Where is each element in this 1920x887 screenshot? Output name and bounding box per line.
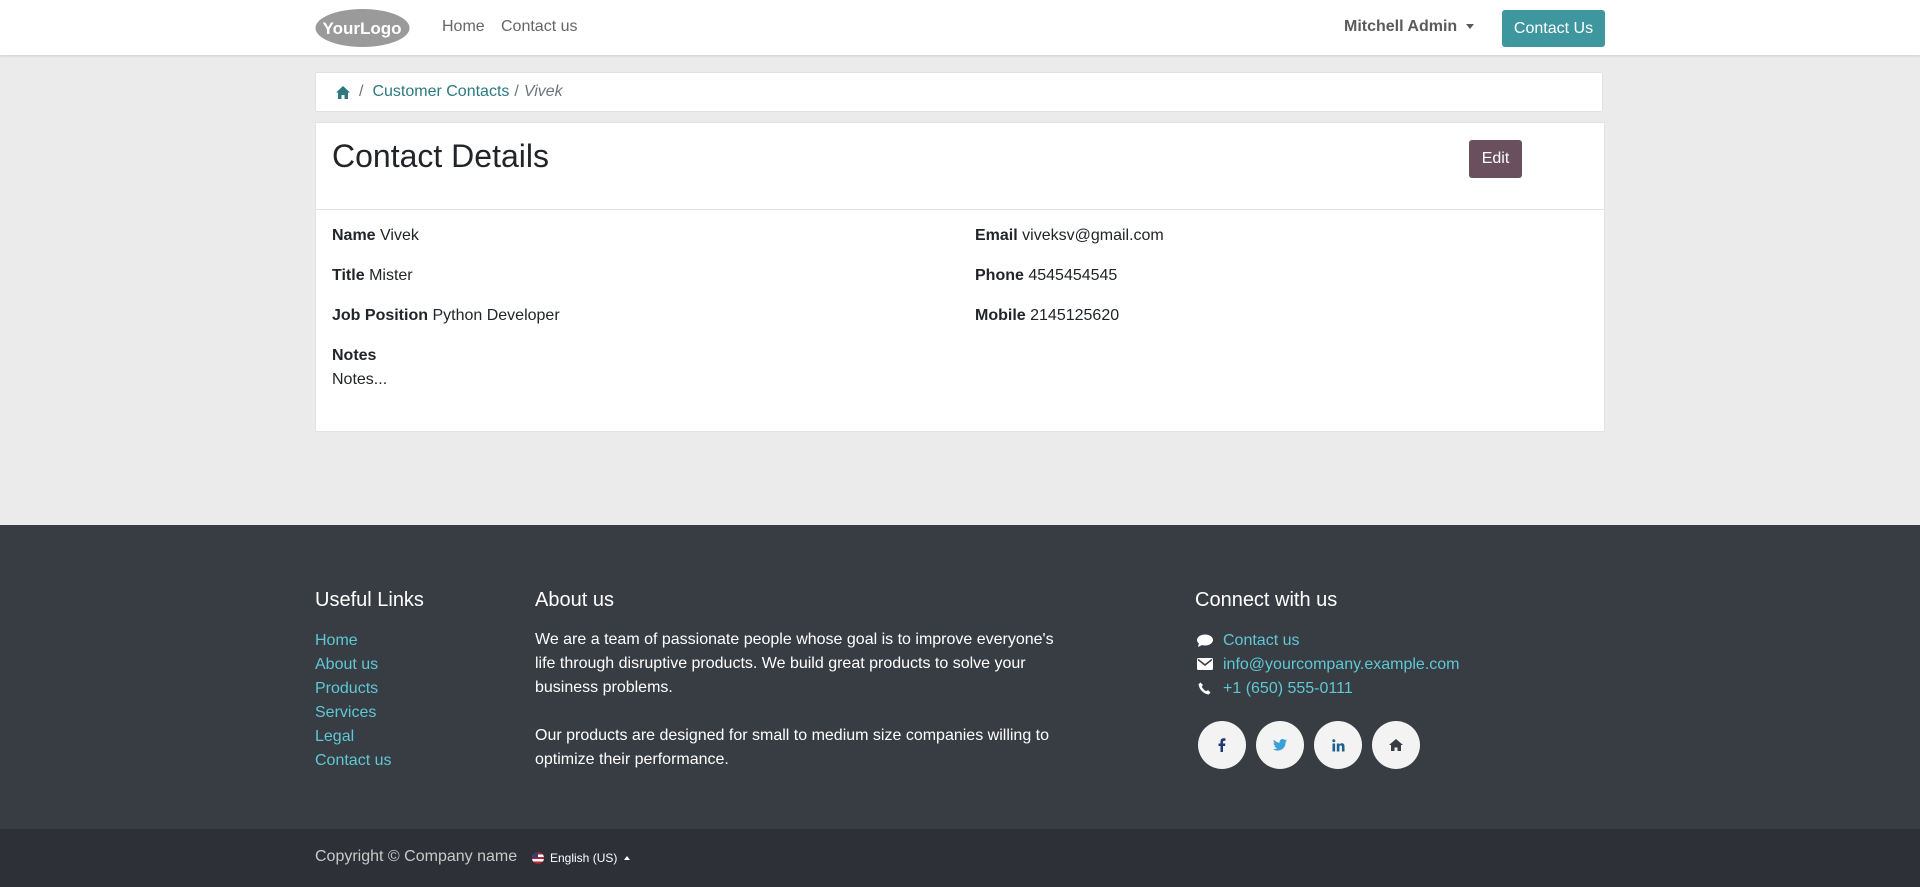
about-us-paragraph: Our products are designed for small to m… bbox=[535, 727, 1050, 768]
field-notes: Notes bbox=[332, 347, 376, 365]
contact-details-card: Contact Details Edit Name Vivek Title Mi… bbox=[315, 122, 1605, 432]
home-icon[interactable] bbox=[336, 85, 350, 99]
connect-phone-link[interactable]: +1 (650) 555-0111 bbox=[1223, 680, 1353, 698]
chevron-down-icon bbox=[1466, 24, 1475, 30]
footer-link-contact-us[interactable]: Contact us bbox=[315, 752, 391, 770]
field-value: Python Developer bbox=[432, 307, 560, 324]
field-title: Title Mister bbox=[332, 267, 413, 285]
comment-icon bbox=[1197, 634, 1213, 647]
divider bbox=[316, 209, 1604, 210]
footer-link-home[interactable]: Home bbox=[315, 632, 358, 650]
breadcrumb-separator: / bbox=[514, 83, 519, 100]
footer-link-legal[interactable]: Legal bbox=[315, 728, 354, 746]
useful-links-title: Useful Links bbox=[315, 589, 424, 611]
linkedin-icon[interactable] bbox=[1314, 721, 1362, 769]
page-title: Contact Details bbox=[332, 138, 549, 174]
language-label: English (US) bbox=[550, 851, 618, 865]
language-selector[interactable]: English (US) bbox=[532, 851, 631, 865]
nav-home-link[interactable]: Home bbox=[442, 18, 485, 36]
footer-link-products[interactable]: Products bbox=[315, 680, 378, 698]
connect-title: Connect with us bbox=[1195, 589, 1338, 611]
phone-icon bbox=[1198, 682, 1211, 695]
field-label: Title bbox=[332, 267, 365, 284]
connect-contact-link[interactable]: Contact us bbox=[1223, 632, 1299, 650]
field-phone: Phone 4545454545 bbox=[975, 267, 1117, 285]
field-value: viveksv@gmail.com bbox=[1022, 227, 1164, 244]
about-us-title: About us bbox=[535, 589, 614, 611]
home-icon[interactable] bbox=[1372, 721, 1420, 769]
user-menu-dropdown[interactable]: Mitchell Admin bbox=[1344, 18, 1475, 36]
envelope-icon bbox=[1197, 658, 1213, 670]
connect-email-link[interactable]: info@yourcompany.example.com bbox=[1223, 656, 1460, 674]
field-name: Name Vivek bbox=[332, 227, 419, 245]
top-navbar: YourLogo Home Contact us Mitchell Admin … bbox=[0, 0, 1920, 55]
field-label: Mobile bbox=[975, 307, 1026, 324]
field-value: 2145125620 bbox=[1030, 307, 1120, 324]
field-label: Job Position bbox=[332, 307, 428, 324]
field-label: Notes bbox=[332, 347, 377, 364]
facebook-icon[interactable] bbox=[1198, 721, 1246, 769]
company-logo[interactable]: YourLogo bbox=[315, 8, 410, 48]
contact-us-button[interactable]: Contact Us bbox=[1502, 10, 1605, 47]
breadcrumb: / Customer Contacts / Vivek bbox=[315, 72, 1603, 112]
copyright-text: Copyright © Company name bbox=[315, 848, 518, 865]
edit-button[interactable]: Edit bbox=[1469, 140, 1522, 178]
twitter-icon[interactable] bbox=[1256, 721, 1304, 769]
breadcrumb-separator: / bbox=[359, 83, 364, 100]
chevron-up-icon bbox=[624, 856, 631, 860]
copyright-bar bbox=[0, 829, 1920, 887]
nav-contact-link[interactable]: Contact us bbox=[501, 18, 577, 36]
us-flag-icon bbox=[532, 852, 544, 864]
field-value: Mister bbox=[369, 267, 413, 284]
user-name: Mitchell Admin bbox=[1344, 18, 1458, 35]
breadcrumb-customer-contacts[interactable]: Customer Contacts bbox=[372, 83, 509, 101]
field-email: Email viveksv@gmail.com bbox=[975, 227, 1164, 245]
about-us-paragraph: We are a team of passionate people whose… bbox=[535, 631, 1054, 696]
footer-link-about-us[interactable]: About us bbox=[315, 656, 378, 674]
notes-value: Notes... bbox=[332, 371, 388, 388]
field-job-position: Job Position Python Developer bbox=[332, 307, 560, 325]
field-value: Vivek bbox=[380, 227, 419, 244]
field-label: Name bbox=[332, 227, 376, 244]
breadcrumb-current: Vivek bbox=[523, 83, 563, 100]
svg-text:YourLogo: YourLogo bbox=[323, 19, 402, 38]
field-value: 4545454545 bbox=[1028, 267, 1118, 284]
footer-link-services[interactable]: Services bbox=[315, 704, 376, 722]
field-mobile: Mobile 2145125620 bbox=[975, 307, 1119, 325]
field-label: Phone bbox=[975, 267, 1024, 284]
field-label: Email bbox=[975, 227, 1018, 244]
